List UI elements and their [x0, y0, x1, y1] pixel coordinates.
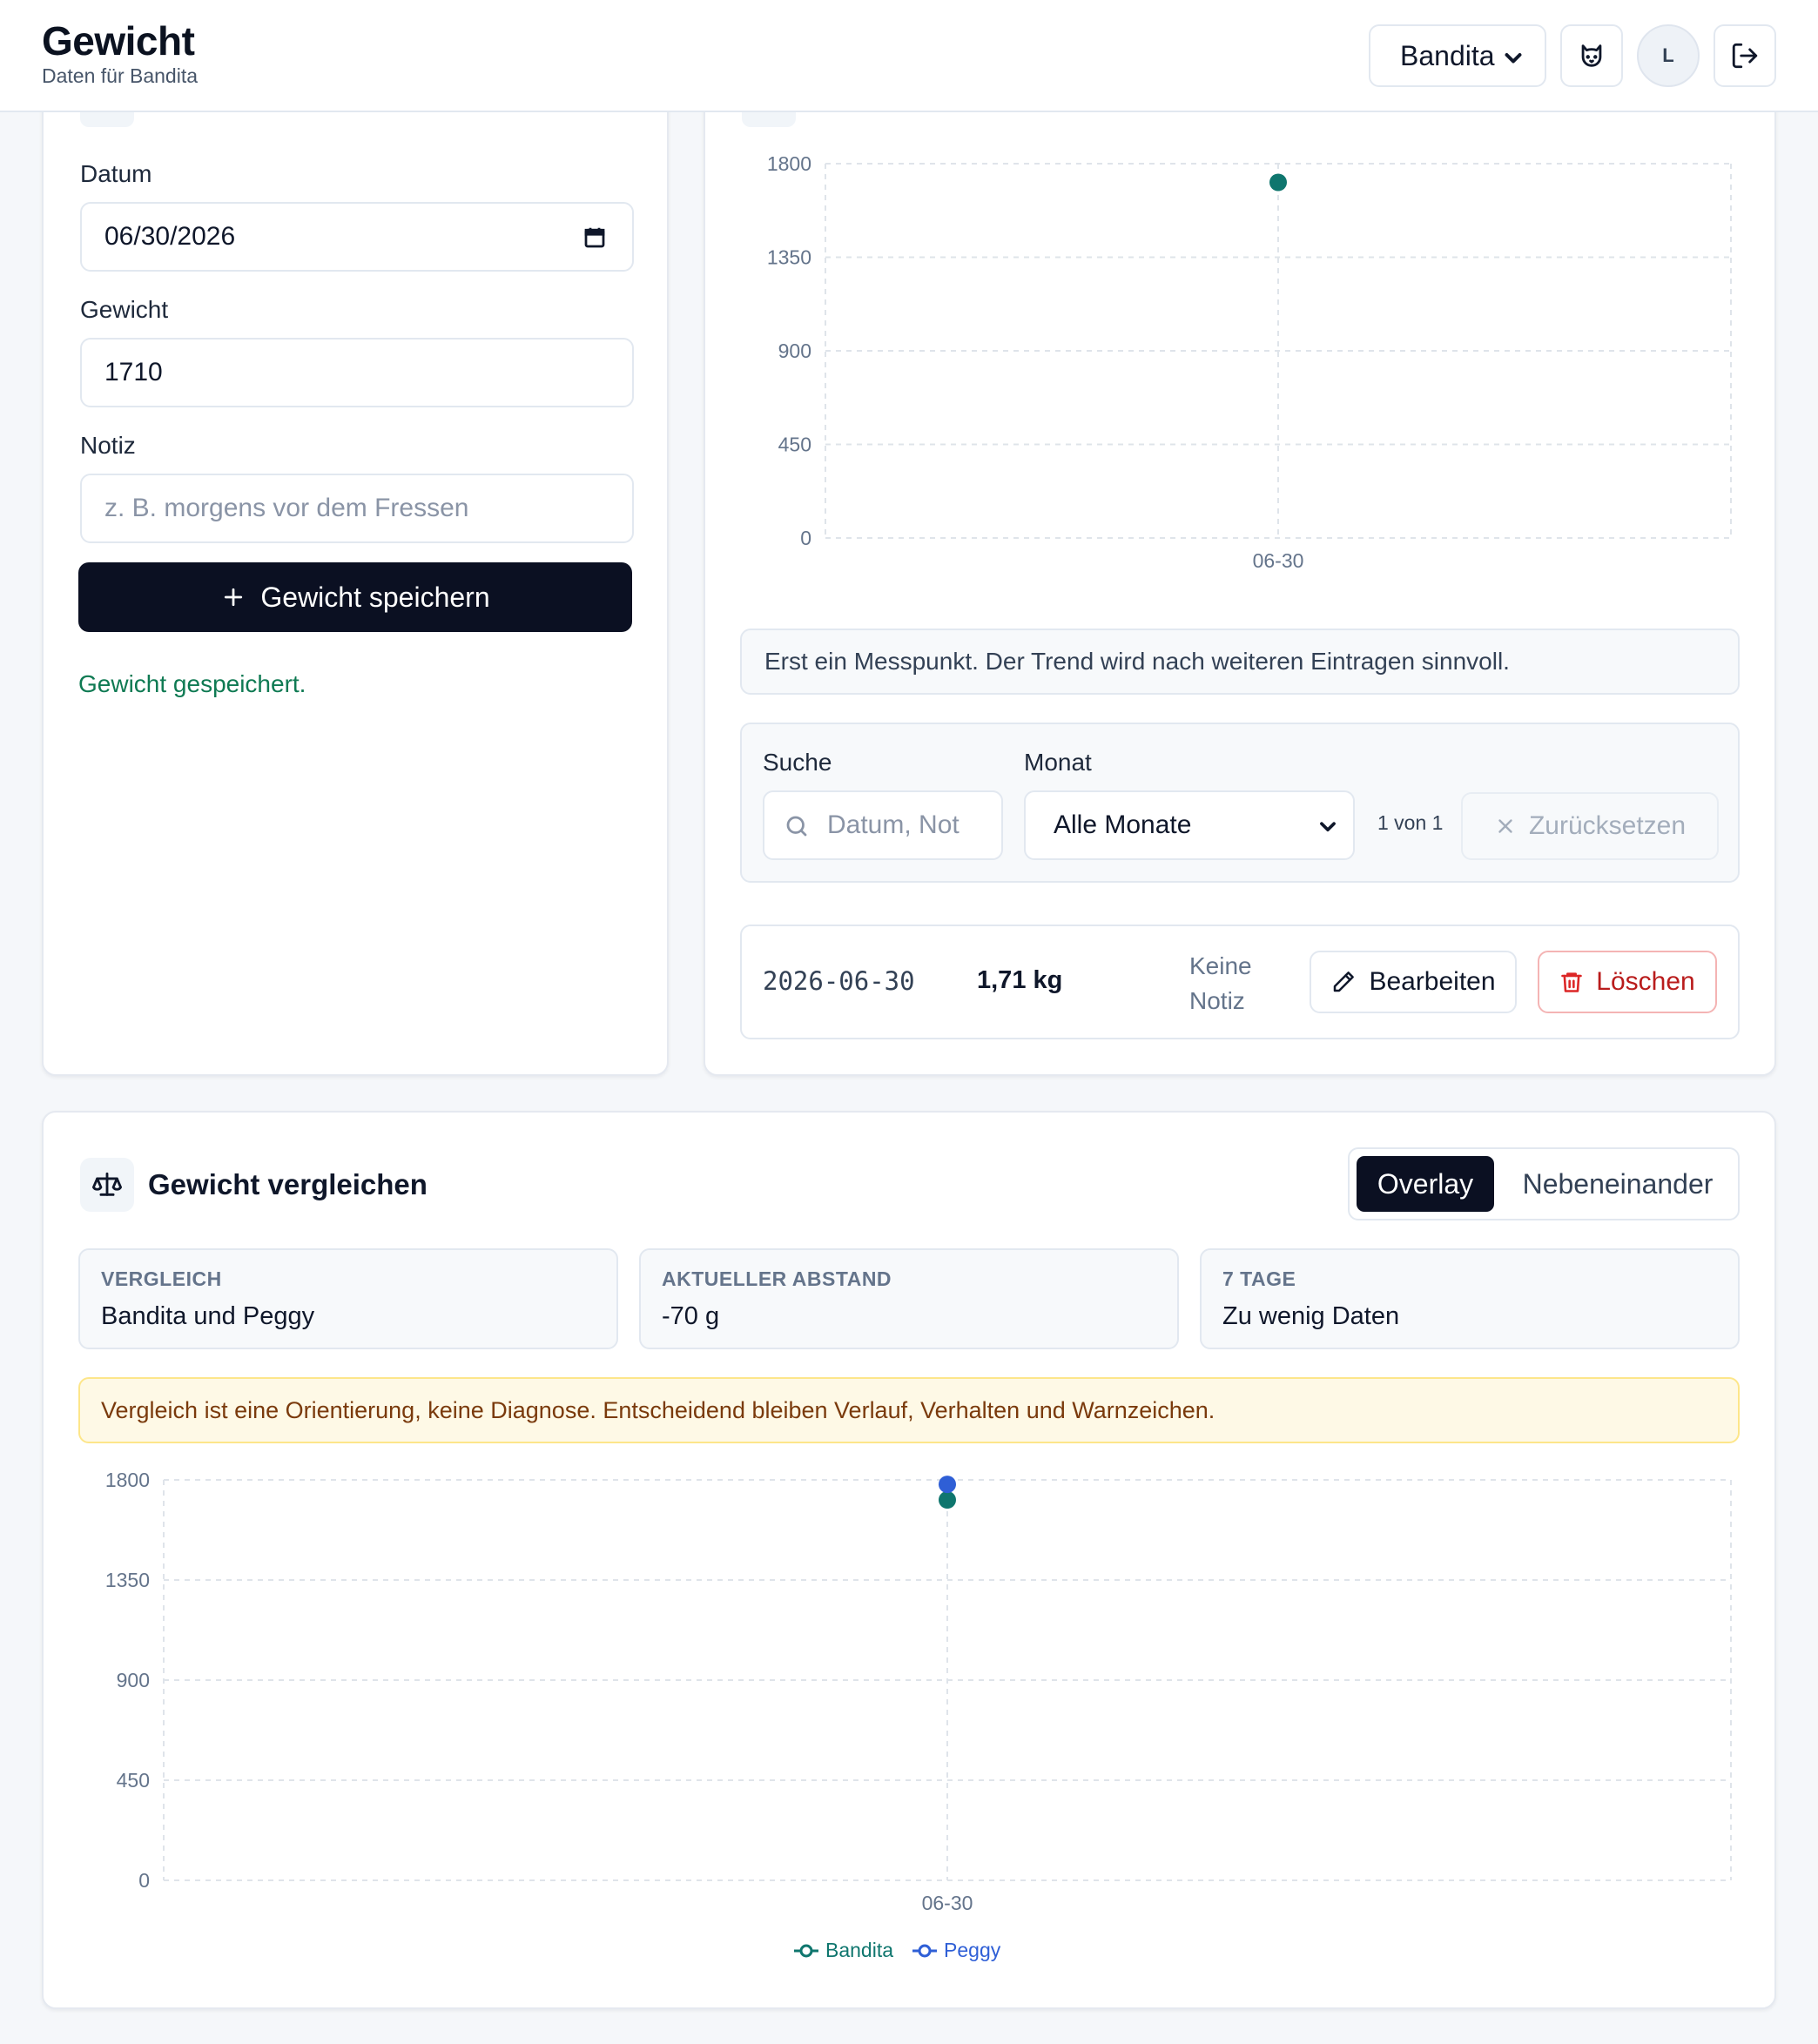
weight-value: 1710 — [104, 358, 163, 387]
data-point — [1269, 173, 1287, 192]
logout-icon — [1732, 43, 1758, 69]
page-title: Gewicht — [42, 18, 195, 64]
y-tick-label: 1800 — [767, 152, 811, 175]
entry-date: 2026-06-30 — [763, 966, 915, 996]
save-weight-label: Gewicht speichern — [260, 581, 490, 613]
date-label: Datum — [80, 160, 152, 187]
edit-button[interactable]: Bearbeiten — [1310, 951, 1517, 1013]
filter-bar: Suche Datum, Not Monat Alle Monate 1 von… — [740, 723, 1740, 883]
stat-value: -70 g — [662, 1302, 720, 1330]
reset-label: Zurücksetzen — [1528, 811, 1687, 840]
card-icon-box — [80, 1158, 134, 1212]
y-tick-label: 0 — [138, 1869, 150, 1892]
weight-input[interactable]: 1710 — [80, 338, 634, 407]
legend-marker — [918, 1944, 932, 1958]
cat-icon — [1581, 44, 1602, 67]
month-label: Monat — [1024, 749, 1092, 776]
delete-button[interactable]: Löschen — [1538, 951, 1717, 1013]
stat-key: VERGLEICH — [101, 1267, 222, 1290]
y-tick-label: 450 — [778, 434, 811, 456]
cat-select-value: Bandita — [1400, 39, 1495, 71]
cat-select[interactable]: Bandita — [1369, 24, 1546, 87]
legend-label: Peggy — [944, 1939, 1001, 1961]
search-input[interactable]: Datum, Not — [763, 790, 1003, 860]
stat-value: Zu wenig Daten — [1222, 1302, 1400, 1330]
trend-info-text: Erst ein Messpunkt. Der Trend wird nach … — [764, 648, 1510, 675]
stat-key: AKTUELLER ABSTAND — [662, 1267, 892, 1290]
trash-icon — [1561, 972, 1583, 992]
page-info: 1 von 1 — [1377, 811, 1444, 834]
save-weight-button[interactable]: Gewicht speichern — [78, 562, 632, 632]
scale-icon — [92, 1172, 122, 1196]
stat-card-comparison: VERGLEICH Bandita und Peggy — [78, 1248, 618, 1349]
legend-label: Bandita — [825, 1939, 893, 1961]
entry-weight: 1,71 kg — [977, 966, 1063, 994]
stat-value: Bandita und Peggy — [101, 1302, 315, 1330]
plus-icon — [225, 588, 243, 607]
search-placeholder: Datum, Not — [827, 810, 960, 839]
tab-side-by-side[interactable]: Nebeneinander — [1503, 1156, 1733, 1212]
table-row: 2026-06-30 1,71 kg Keine Notiz Bearbeite… — [740, 925, 1740, 1039]
compare-warning-text: Vergleich ist eine Orientierung, keine D… — [101, 1396, 1215, 1423]
month-select[interactable]: Alle Monate — [1024, 790, 1355, 860]
date-value: 06/30/2026 — [104, 222, 236, 251]
search-icon — [786, 816, 807, 837]
edit-label: Bearbeiten — [1369, 967, 1496, 996]
note-placeholder: z. B. morgens vor dem Fressen — [104, 494, 469, 522]
y-tick-label: 1800 — [105, 1469, 150, 1491]
chevron-down-icon — [1505, 53, 1522, 64]
legend-marker — [799, 1944, 813, 1958]
entry-note-line: Notiz — [1189, 987, 1245, 1014]
y-tick-label: 450 — [117, 1769, 150, 1792]
y-tick-label: 900 — [778, 340, 811, 362]
date-input[interactable]: 06/30/2026 — [80, 202, 634, 272]
x-tick-label: 06-30 — [1253, 549, 1304, 572]
search-label: Suche — [763, 749, 832, 776]
chevron-down-icon — [1320, 822, 1336, 832]
tab-overlay[interactable]: Overlay — [1357, 1156, 1494, 1212]
y-tick-label: 1350 — [105, 1569, 150, 1591]
weight-trend-chart: 0 450 900 1350 1800 06-30 — [767, 152, 1732, 572]
compare-title: Gewicht vergleichen — [148, 1168, 428, 1200]
trend-info-box: Erst ein Messpunkt. Der Trend wird nach … — [740, 629, 1740, 695]
data-point — [939, 1476, 956, 1494]
logout-button[interactable] — [1714, 24, 1776, 87]
note-input[interactable]: z. B. morgens vor dem Fressen — [80, 474, 634, 543]
stat-key: 7 TAGE — [1222, 1267, 1296, 1290]
stat-card-difference: AKTUELLER ABSTAND -70 g — [639, 1248, 1179, 1349]
success-message: Gewicht gespeichert. — [78, 670, 306, 697]
y-tick-label: 1350 — [767, 246, 811, 269]
close-icon — [1498, 819, 1512, 833]
entry-note: Keine Notiz — [1189, 949, 1252, 1019]
month-select-value: Alle Monate — [1054, 810, 1192, 839]
page-subtitle: Daten für Bandita — [42, 64, 199, 87]
data-point — [939, 1491, 956, 1509]
delete-label: Löschen — [1596, 967, 1695, 996]
avatar-initial: L — [1662, 44, 1674, 66]
avatar[interactable]: L — [1637, 24, 1700, 87]
top-bar: Gewicht Daten für Bandita Bandita L — [0, 0, 1818, 112]
weight-label: Gewicht — [80, 296, 169, 323]
weight-compare-chart: 0 450 900 1350 1800 06-30 Bandita Peggy — [105, 1469, 1732, 1961]
calendar-icon[interactable] — [582, 225, 608, 251]
compare-warning: Vergleich ist eine Orientierung, keine D… — [78, 1377, 1740, 1443]
stat-card-seven-days: 7 TAGE Zu wenig Daten — [1200, 1248, 1740, 1349]
note-label: Notiz — [80, 432, 136, 459]
pencil-icon — [1334, 972, 1355, 992]
y-tick-label: 900 — [117, 1669, 150, 1691]
reset-button[interactable]: Zurücksetzen — [1461, 792, 1719, 860]
compare-mode-toggle: Overlay Nebeneinander — [1348, 1147, 1740, 1220]
entry-note-line: Keine — [1189, 952, 1252, 979]
cat-profile-button[interactable] — [1560, 24, 1623, 87]
x-tick-label: 06-30 — [922, 1892, 973, 1914]
y-tick-label: 0 — [800, 527, 811, 549]
